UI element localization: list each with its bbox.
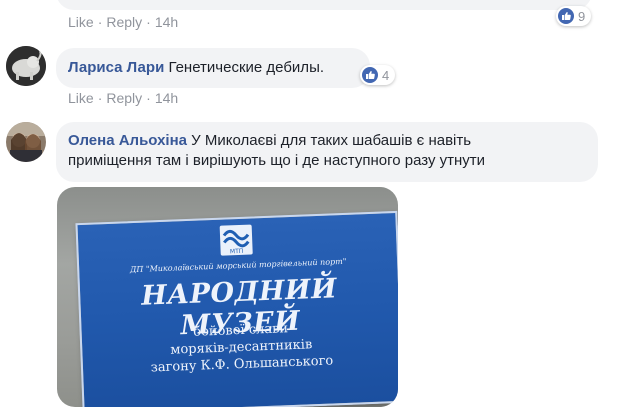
comment-actions: Like · Reply · 14h xyxy=(68,90,179,106)
like-icon xyxy=(558,8,574,24)
timestamp[interactable]: 14h xyxy=(155,14,178,30)
comment-text: Генетические дебилы. xyxy=(168,59,325,76)
avatar[interactable] xyxy=(6,46,46,86)
logo-text: МТП xyxy=(230,248,244,256)
reply-link[interactable]: Reply xyxy=(106,14,142,30)
reaction-count: 9 xyxy=(578,8,586,24)
timestamp[interactable]: 14h xyxy=(155,90,178,106)
reaction-count: 4 xyxy=(382,67,390,83)
like-link[interactable]: Like xyxy=(68,14,94,30)
museum-plaque: МТП ДП "Миколаївський морський торгівель… xyxy=(75,210,398,407)
comment-actions: Like · Reply · 14h xyxy=(68,14,179,30)
like-icon xyxy=(362,67,378,83)
like-link[interactable]: Like xyxy=(68,90,94,106)
comment-bubble: Лариса Лари Генетические дебилы. xyxy=(56,48,370,88)
port-logo-icon: МТП xyxy=(219,224,253,256)
avatar[interactable] xyxy=(6,122,46,162)
previous-comment-bubble xyxy=(56,0,592,10)
comment-bubble: Олена Альохіна У Миколаєві для таких шаб… xyxy=(56,122,598,182)
comment-author[interactable]: Лариса Лари xyxy=(68,59,164,76)
reaction-count-badge[interactable]: 9 xyxy=(556,6,592,26)
reaction-count-badge[interactable]: 4 xyxy=(360,65,396,85)
comment-author[interactable]: Олена Альохіна xyxy=(68,132,187,149)
attached-photo[interactable]: МТП ДП "Миколаївський морський торгівель… xyxy=(57,187,398,407)
comment-text-line-2: приміщення там і вирішують що і де насту… xyxy=(68,152,486,169)
reply-link[interactable]: Reply xyxy=(106,90,142,106)
comment-text-line-1: У Миколаєві для таких шабашів є навіть xyxy=(191,132,472,149)
